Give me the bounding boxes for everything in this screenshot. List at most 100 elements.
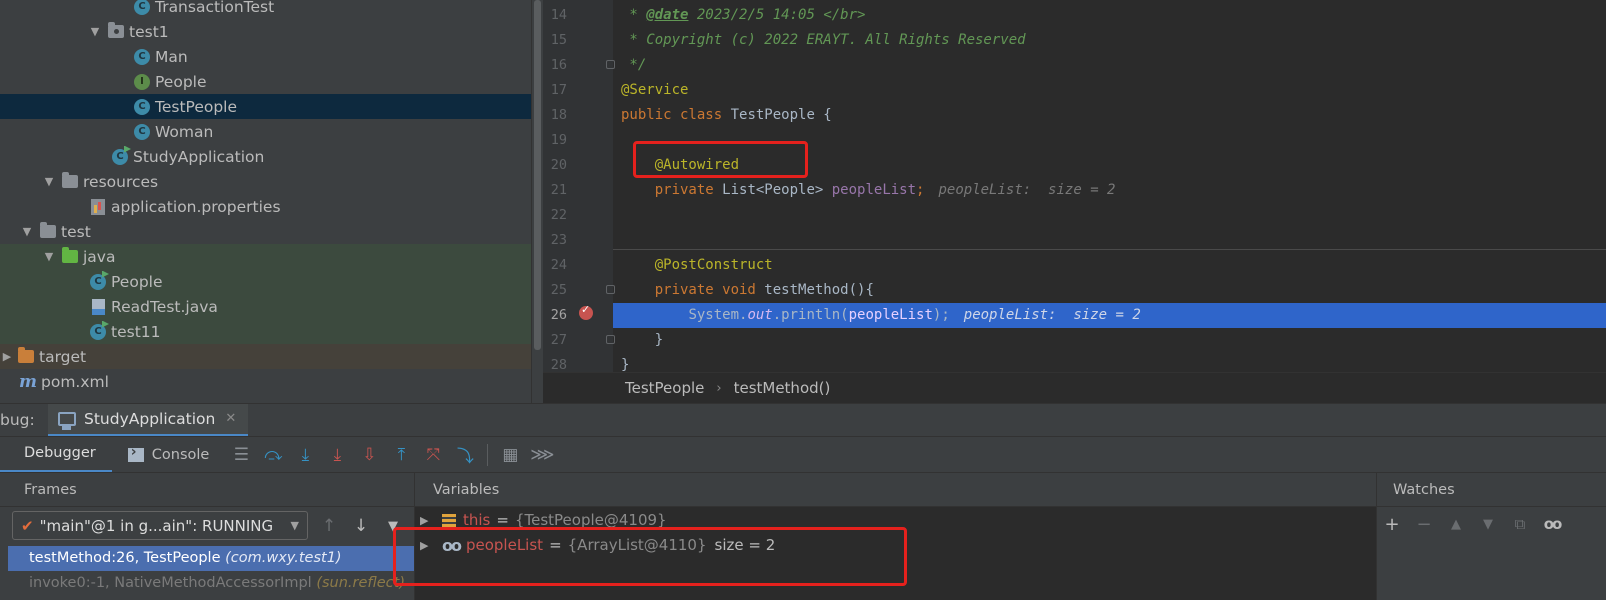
tree-item-resources[interactable]: ▼ resources: [0, 169, 531, 194]
tree-item-people[interactable]: I People: [0, 69, 531, 94]
spring-boot-app-icon: C: [112, 148, 128, 165]
evaluate-expression-icon[interactable]: ▦: [494, 437, 526, 473]
glasses-icon[interactable]: oo: [1537, 511, 1567, 537]
line-number: 25: [550, 282, 567, 298]
excluded-folder-icon: [18, 347, 34, 365]
code-line-14: * @date 2023/2/5 14:05 </br>: [621, 7, 866, 23]
breadcrumb-method[interactable]: testMethod(): [734, 379, 831, 397]
line-number: 21: [550, 182, 567, 198]
tree-item-transactiontest[interactable]: C TransactionTest: [0, 0, 531, 19]
remove-watch-icon[interactable]: −: [1409, 511, 1439, 537]
tree-scrollbar[interactable]: [531, 0, 543, 403]
previous-frame-icon[interactable]: ↑: [318, 513, 340, 539]
tab-debugger[interactable]: Debugger: [0, 437, 112, 473]
tree-item-people-test[interactable]: C People: [0, 269, 531, 294]
step-out-icon[interactable]: ⤒: [385, 437, 417, 473]
tree-item-java[interactable]: ▼ java: [0, 244, 531, 269]
java-file-icon: [90, 298, 106, 315]
variables-title: Variables: [415, 473, 1376, 507]
variable-row-peoplelist[interactable]: ▶ oo peopleList = {ArrayList@4110} size …: [415, 533, 1376, 558]
maven-icon: m: [19, 371, 37, 392]
chevron-down-icon[interactable]: ▼: [20, 225, 34, 238]
breakpoint-icon[interactable]: [579, 303, 593, 320]
filter-frames-icon[interactable]: ▼: [382, 513, 404, 539]
chevron-right-icon[interactable]: ▶: [420, 533, 434, 558]
line-number: 23: [550, 232, 567, 248]
line-number: 15: [550, 32, 567, 48]
tree-item-application-properties[interactable]: application.properties: [0, 194, 531, 219]
next-frame-icon[interactable]: ↓: [350, 513, 372, 539]
console-icon: [127, 444, 144, 462]
move-down-icon[interactable]: ▼: [1473, 511, 1503, 537]
test-source-folder-icon: [62, 247, 78, 265]
folder-icon: [40, 222, 56, 240]
frames-title: Frames: [0, 473, 414, 507]
editor-gutter[interactable]: 14 15 16 17 18 19 20 21 22 23 24 25 26 2…: [543, 0, 615, 372]
method-separator: [613, 249, 1606, 250]
class-icon: C: [134, 0, 150, 15]
tree-item-test1[interactable]: ▼ test1: [0, 19, 531, 44]
tree-item-test11[interactable]: C test11: [0, 319, 531, 344]
breadcrumb-class[interactable]: TestPeople: [625, 379, 704, 397]
tree-item-readtest[interactable]: ReadTest.java: [0, 294, 531, 319]
chevron-down-icon[interactable]: ▼: [42, 175, 56, 188]
toolbar-separator: [487, 443, 489, 466]
force-step-into-icon[interactable]: ⇩: [353, 437, 385, 473]
chevron-down-icon[interactable]: ▼: [88, 25, 102, 38]
code-line-16: */: [621, 57, 647, 73]
code-editor[interactable]: 14 15 16 17 18 19 20 21 22 23 24 25 26 2…: [543, 0, 1606, 372]
watches-title: Watches: [1377, 473, 1606, 507]
menu-icon[interactable]: ☰: [225, 437, 257, 473]
code-line-17: @Service: [621, 82, 689, 98]
thread-selector[interactable]: ✔ "main"@1 in g...ain": RUNNING ▼: [12, 511, 308, 540]
inline-debug-value: peopleList: size = 2: [963, 307, 1141, 323]
variables-panel: Variables ▶ this = {TestPeople@4109} ▶ o…: [415, 472, 1376, 600]
spring-bean-class-icon: C: [90, 273, 106, 290]
tree-item-target[interactable]: ▶ target: [0, 344, 531, 369]
tree-item-man[interactable]: C Man: [0, 44, 531, 69]
step-over-icon[interactable]: ⤓: [289, 437, 321, 473]
line-number: 28: [550, 357, 567, 372]
drop-frame-icon[interactable]: ⤧: [417, 437, 449, 473]
frame-row[interactable]: invoke0:-1, NativeMethodAccessorImpl (su…: [8, 571, 414, 596]
code-line-24: @PostConstruct: [621, 257, 773, 273]
variable-row-this[interactable]: ▶ this = {TestPeople@4109}: [415, 508, 1376, 533]
tree-item-studyapplication[interactable]: C StudyApplication: [0, 144, 531, 169]
line-number: 19: [550, 132, 567, 148]
close-icon[interactable]: ✕: [225, 411, 236, 426]
frame-row[interactable]: testMethod:26, TestPeople (com.wxy.test1…: [8, 546, 414, 571]
run-config-icon: [58, 411, 76, 430]
class-icon: C: [134, 123, 150, 140]
code-line-18: public class TestPeople {: [621, 107, 832, 123]
move-up-icon[interactable]: ▲: [1441, 511, 1471, 537]
resources-folder-icon: [62, 172, 78, 190]
tree-item-pom-xml[interactable]: m pom.xml: [0, 369, 531, 394]
code-line-25: private void testMethod(){: [654, 282, 874, 298]
debug-session-tab[interactable]: StudyApplication ✕: [48, 403, 249, 437]
chevron-right-icon[interactable]: ▶: [0, 350, 14, 363]
duplicate-watch-icon[interactable]: ⧉: [1505, 511, 1535, 537]
chevron-down-icon[interactable]: ▼: [42, 250, 56, 263]
line-number: 17: [550, 82, 567, 98]
trace-stream-icon[interactable]: ⋙: [526, 437, 558, 473]
code-line-27: }: [621, 332, 664, 348]
check-icon: ✔: [21, 516, 34, 535]
code-line-28: }: [621, 357, 630, 372]
debug-toolbar: Debugger Console ☰ ⤼ ⤓ ⤓ ⇩ ⤒ ⤧ ⤵ ▦ ⋙: [0, 436, 1606, 473]
properties-file-icon: [90, 198, 106, 215]
tree-item-testpeople[interactable]: C TestPeople: [0, 94, 531, 119]
add-watch-icon[interactable]: +: [1377, 511, 1407, 537]
object-icon: [442, 513, 456, 528]
spring-bean-class-icon: C: [90, 323, 106, 340]
tree-item-test[interactable]: ▼ test: [0, 219, 531, 244]
code-line-15: * Copyright (c) 2022 ERAYT. All Rights R…: [621, 32, 1026, 48]
tab-console[interactable]: Console: [112, 437, 226, 473]
chevron-right-icon[interactable]: ▶: [420, 508, 434, 533]
chevron-down-icon: ▼: [290, 519, 299, 532]
step-into-icon[interactable]: ⤓: [321, 437, 353, 473]
tree-item-woman[interactable]: C Woman: [0, 119, 531, 144]
show-execution-point-icon[interactable]: ⤼: [257, 437, 289, 473]
line-number: 26: [550, 307, 567, 323]
run-to-cursor-icon[interactable]: ⤵: [449, 437, 481, 473]
